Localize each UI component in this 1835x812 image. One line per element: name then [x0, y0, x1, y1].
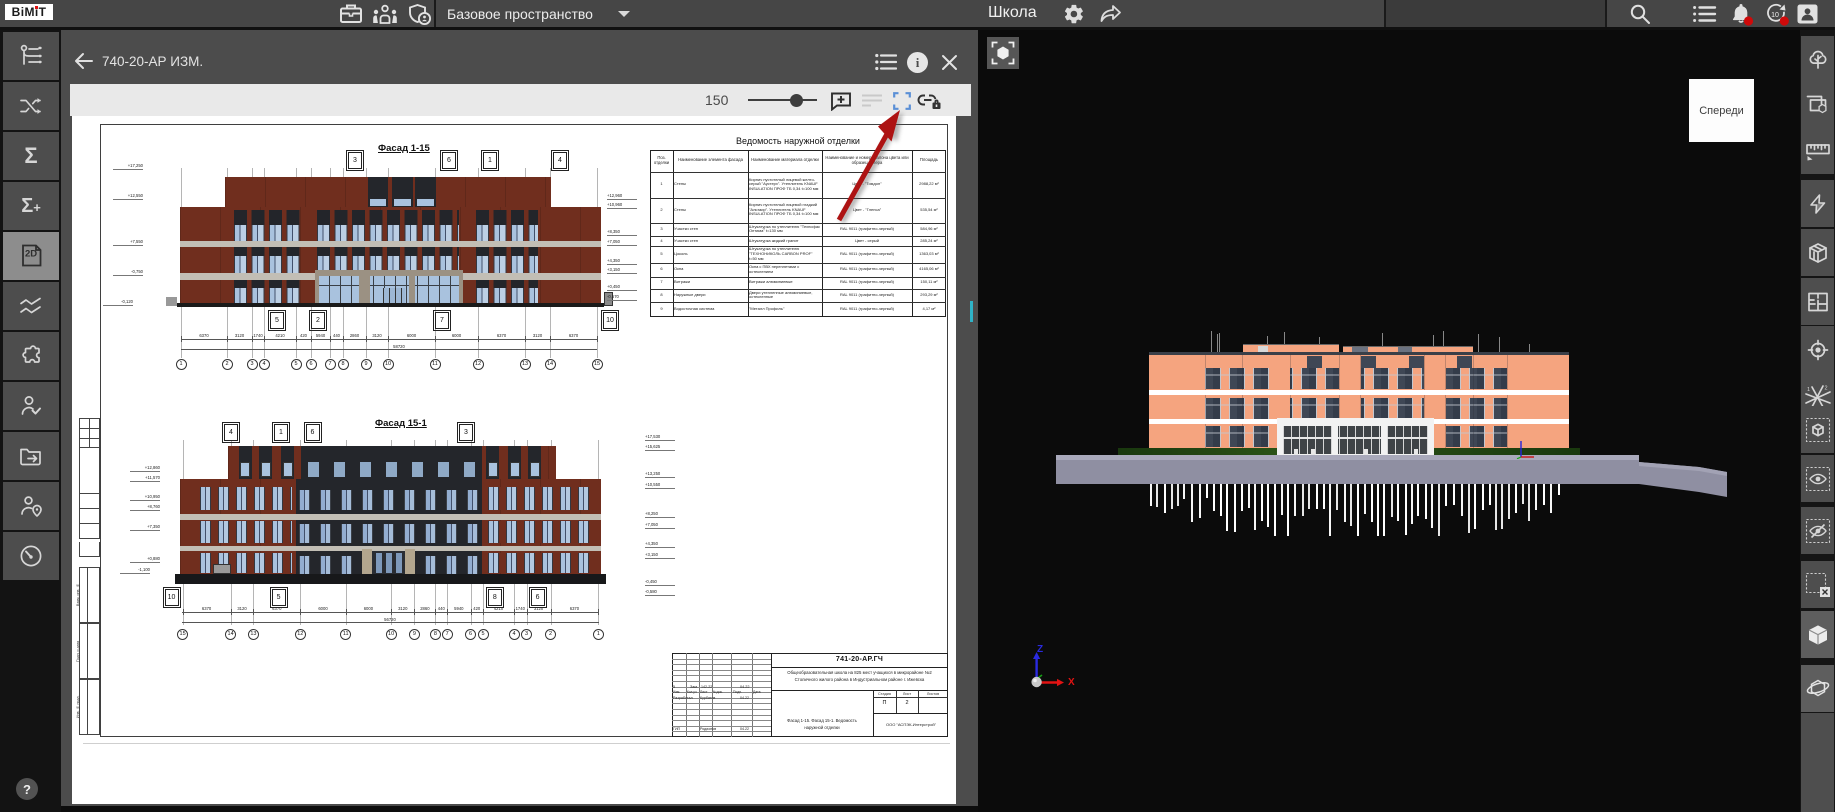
svg-text:10: 10	[1771, 12, 1779, 19]
svg-text:Z: Z	[1037, 644, 1043, 655]
svg-text:2: 2	[1824, 385, 1827, 391]
svg-text:1: 1	[1807, 387, 1810, 393]
svg-text:2D: 2D	[25, 249, 37, 260]
svg-text:X: X	[1068, 677, 1075, 688]
